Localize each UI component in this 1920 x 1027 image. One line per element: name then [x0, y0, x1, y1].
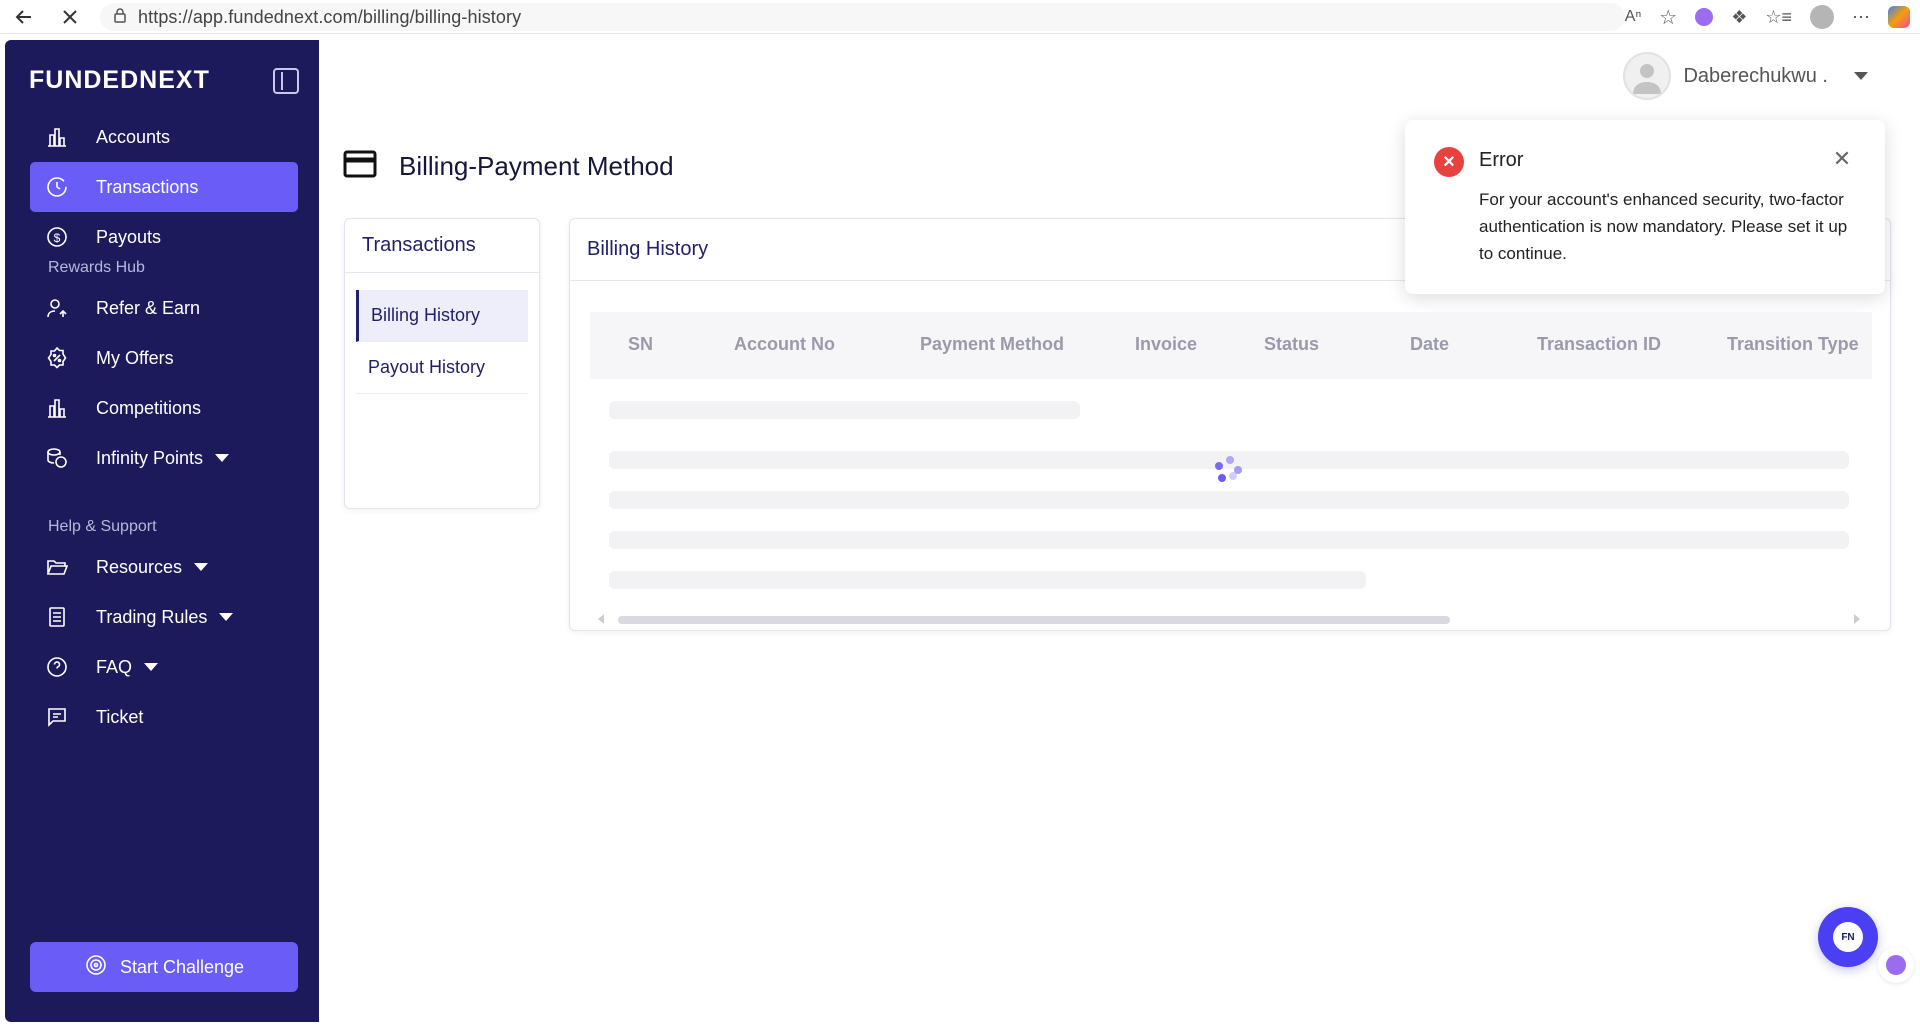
read-aloud-icon[interactable]: Aⁿ — [1625, 8, 1642, 26]
column-header-payment-method: Payment Method — [920, 334, 1065, 354]
sidebar-item-refer-earn[interactable]: Refer & Earn — [30, 283, 298, 333]
sidebar-item-label: Ticket — [96, 706, 144, 727]
column-header-transaction-id: Transaction ID — [1537, 334, 1662, 354]
chat-support-button[interactable]: FN — [1818, 907, 1878, 967]
column-header-transition-type: Transition Type — [1727, 334, 1859, 354]
sidebar-item-my-offers[interactable]: My Offers — [30, 333, 298, 383]
loading-skeleton-row — [609, 491, 1849, 509]
back-icon[interactable] — [12, 5, 36, 29]
sidebar-item-competitions[interactable]: Competitions — [30, 383, 298, 433]
extension-brain-icon[interactable] — [1695, 8, 1714, 26]
scroll-right-icon[interactable] — [1854, 614, 1860, 624]
column-header-sn: SN — [628, 334, 654, 354]
column-header-status: Status — [1264, 334, 1320, 354]
close-icon[interactable]: ✕ — [1829, 146, 1855, 172]
sidebar-item-resources[interactable]: Resources — [30, 542, 298, 592]
transactions-card-title: Transactions — [345, 219, 539, 273]
loading-skeleton-row — [609, 401, 1080, 419]
chevron-down-icon — [144, 663, 159, 671]
favorites-list-icon[interactable]: ☆≡ — [1765, 7, 1792, 28]
sidebar-item-faq[interactable]: FAQ — [30, 642, 298, 692]
message-icon — [44, 704, 70, 730]
sidebar-item-accounts[interactable]: Accounts — [30, 112, 298, 162]
user-name: Daberechukwu . — [1683, 64, 1828, 87]
page-title: Billing-Payment Method — [399, 151, 674, 181]
toast-message: For your account's enhanced security, tw… — [1479, 190, 1848, 263]
sidebar-item-trading-rules[interactable]: Trading Rules — [30, 592, 298, 642]
loading-spinner-icon — [1213, 456, 1243, 486]
profile-icon[interactable] — [1810, 5, 1834, 29]
favorite-star-icon[interactable]: ☆ — [1659, 5, 1677, 30]
sidebar: FUNDEDNEXT Accounts Transactions $ Payou… — [5, 40, 319, 1022]
chevron-down-icon — [194, 563, 209, 571]
address-bar[interactable]: https://app.fundednext.com/billing/billi… — [100, 3, 1625, 31]
clock-history-icon — [44, 174, 70, 200]
column-header-invoice: Invoice — [1135, 334, 1198, 354]
scrollbar-thumb[interactable] — [618, 616, 1450, 624]
discount-badge-icon — [44, 345, 70, 371]
start-challenge-label: Start Challenge — [119, 956, 245, 977]
document-icon — [44, 604, 70, 630]
loading-skeleton-row — [609, 571, 1366, 589]
chat-logo-icon: FN — [1833, 922, 1863, 952]
question-icon — [44, 654, 70, 680]
table-header: SN Account No Payment Method Invoice Sta… — [590, 312, 1872, 379]
loading-skeleton-row — [609, 531, 1849, 549]
toast-title: Error — [1479, 149, 1524, 171]
bar-chart-icon — [44, 395, 70, 421]
chevron-down-icon — [1854, 72, 1868, 80]
sidebar-item-label: Transactions — [96, 176, 199, 197]
site-info-icon[interactable] — [112, 7, 128, 28]
user-share-icon — [44, 295, 70, 321]
user-menu[interactable]: Daberechukwu . — [1623, 52, 1868, 100]
sidebar-item-infinity-points[interactable]: Infinity Points — [30, 433, 298, 483]
brain-extension-icon[interactable] — [1878, 947, 1914, 983]
target-icon — [84, 953, 108, 982]
page-header: Billing-Payment Method — [343, 150, 674, 183]
stop-loading-icon[interactable] — [58, 5, 82, 29]
brand-logo[interactable]: FUNDEDNEXT — [29, 66, 210, 95]
tab-payout-history[interactable]: Payout History — [356, 342, 528, 394]
scroll-left-icon[interactable] — [598, 614, 604, 624]
chevron-down-icon — [215, 454, 230, 462]
sidebar-item-label: FAQ — [96, 656, 133, 677]
sidebar-item-label: Resources — [96, 556, 183, 577]
sidebar-collapse-icon[interactable] — [273, 67, 299, 94]
sidebar-item-label: Refer & Earn — [96, 297, 201, 318]
url-text: https://app.fundednext.com/billing/billi… — [138, 6, 522, 27]
start-challenge-button[interactable]: Start Challenge — [30, 942, 298, 992]
copilot-icon[interactable] — [1888, 6, 1910, 28]
avatar — [1623, 52, 1672, 100]
extensions-puzzle-icon[interactable]: ❖ — [1731, 7, 1747, 28]
sidebar-item-label: Trading Rules — [96, 606, 208, 627]
tab-billing-history[interactable]: Billing History — [356, 290, 528, 342]
sidebar-item-label: Infinity Points — [96, 447, 204, 468]
sidebar-item-label: Competitions — [96, 397, 202, 418]
browser-toolbar: https://app.fundednext.com/billing/billi… — [0, 0, 1920, 34]
sidebar-item-label: My Offers — [96, 347, 174, 368]
horizontal-scrollbar[interactable] — [598, 614, 1860, 626]
coins-icon — [44, 445, 70, 471]
error-toast: × Error ✕ For your account's enhanced se… — [1405, 120, 1885, 294]
top-header: Daberechukwu . — [319, 40, 1920, 116]
error-icon: × — [1434, 147, 1464, 177]
more-options-icon[interactable]: ⋯ — [1852, 7, 1870, 28]
column-header-account-no: Account No — [734, 334, 835, 354]
transactions-card: Transactions Billing History Payout Hist… — [344, 218, 540, 509]
chevron-down-icon — [219, 613, 234, 621]
bar-chart-icon — [44, 124, 70, 150]
folder-icon — [44, 554, 70, 580]
sidebar-item-label: Accounts — [96, 126, 171, 147]
credit-card-icon — [343, 150, 377, 183]
column-header-date: Date — [1410, 334, 1450, 354]
sidebar-item-transactions[interactable]: Transactions — [30, 162, 298, 212]
sidebar-item-ticket[interactable]: Ticket — [30, 692, 298, 742]
